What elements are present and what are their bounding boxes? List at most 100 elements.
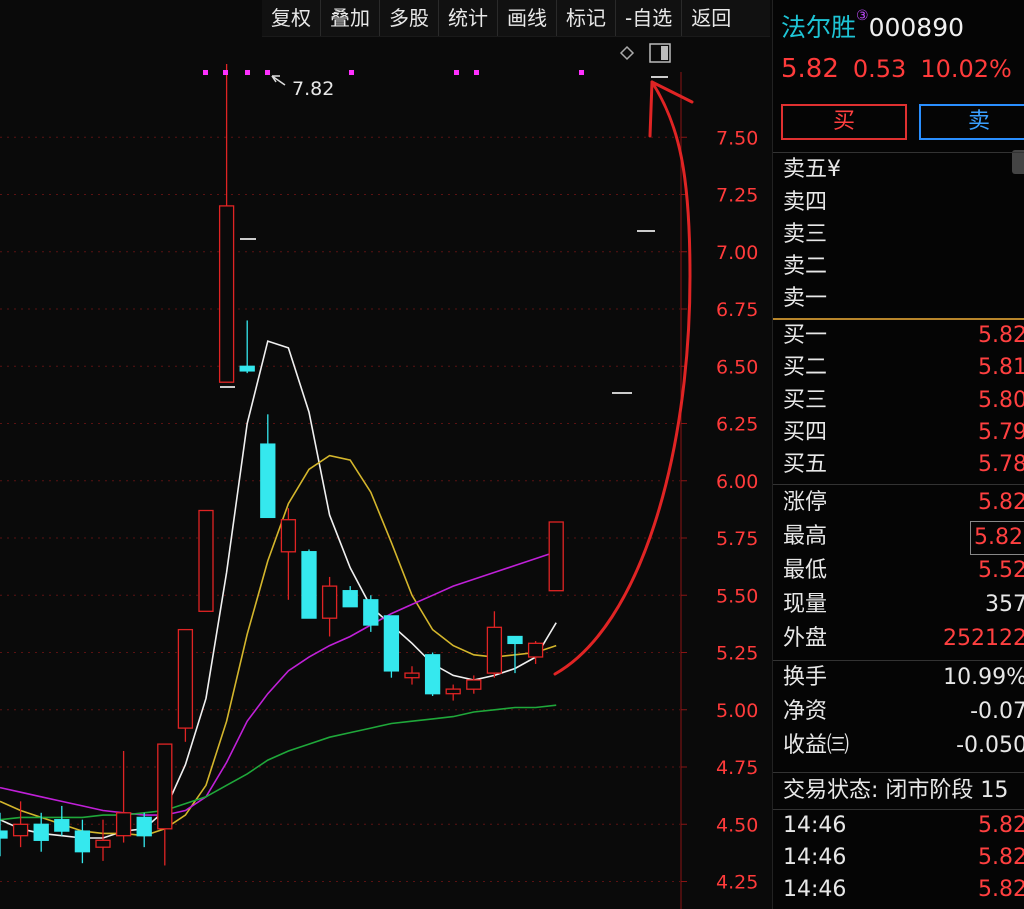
candle-body — [321, 585, 338, 619]
moving-average-lines — [0, 340, 557, 839]
chart-toolbar: 复权 叠加 多股 统计 画线 标记 -自选 返回 — [262, 0, 770, 37]
tool-remove-watchlist-button[interactable]: -自选 — [615, 0, 681, 36]
tool-back-button[interactable]: 返回 — [681, 0, 740, 36]
divider — [773, 772, 1024, 773]
marker-dot — [349, 70, 354, 75]
stat-low: 最低 5.52 — [783, 555, 1024, 587]
candle-body — [383, 615, 400, 672]
ask-label: 卖二 — [783, 254, 828, 279]
bid-row-3[interactable]: 买三 5.80 — [783, 385, 1024, 417]
ask-row-4[interactable]: 卖四 — [783, 187, 1024, 219]
ask-row-3[interactable]: 卖三 — [783, 219, 1024, 251]
marker-dot — [454, 70, 459, 75]
tool-overlay-button[interactable]: 叠加 — [320, 0, 379, 36]
bid-row-2[interactable]: 买二 5.81 — [783, 352, 1024, 384]
price-change-pct: 10.02% — [920, 55, 1012, 83]
candle — [177, 628, 194, 742]
candle — [136, 812, 152, 848]
buy-button[interactable]: 买 — [781, 104, 907, 140]
candle-body — [218, 205, 235, 383]
moving-average-line — [0, 454, 557, 837]
candle-body — [424, 654, 441, 695]
y-axis-tick-label: 5.75 — [716, 528, 758, 550]
diamond-icon[interactable] — [619, 45, 635, 61]
y-axis-tick-label: 4.75 — [716, 757, 758, 779]
candle-body — [33, 823, 49, 841]
tick-price: 5.82 — [978, 877, 1024, 902]
tick-row[interactable]: 14:46 5.82 — [783, 874, 1024, 906]
stat-volume: 现量 357 — [783, 589, 1024, 621]
candle-body — [301, 551, 317, 619]
candle-body — [239, 365, 255, 372]
tick-price: 5.82 — [978, 845, 1024, 870]
y-axis-tick-label: 6.00 — [716, 471, 758, 493]
ask-label: 卖四 — [783, 190, 828, 215]
candle-body — [95, 839, 111, 848]
candle — [218, 63, 235, 383]
chart-grid — [0, 136, 680, 882]
candle-body — [342, 590, 358, 608]
stat-high: 最高 5.82 — [783, 521, 1024, 555]
bid-row-4[interactable]: 买四 5.79 — [783, 417, 1024, 449]
ask-label: 卖五 — [783, 157, 828, 182]
candle — [486, 611, 503, 678]
tick-time: 14:46 — [783, 813, 847, 838]
panel-toggle-icon-fill — [661, 46, 668, 60]
tick-row[interactable]: 14:46 5.82 — [783, 842, 1024, 874]
candle-body — [363, 599, 379, 626]
stat-value: 5.82 — [978, 490, 1024, 515]
last-price: 5.82 — [781, 54, 839, 84]
ask-row-5[interactable]: 卖五¥ — [783, 154, 1024, 186]
moving-average-line — [0, 704, 557, 821]
trade-status: 交易状态: 闭市阶段 15 — [783, 778, 1009, 803]
candle-body — [445, 688, 461, 695]
stat-earnings: 收益㈢ -0.050 — [783, 730, 1024, 762]
stat-value: 5.82 — [970, 521, 1024, 555]
stock-name: 法尔胜 — [781, 13, 857, 42]
candle-body — [136, 816, 152, 837]
stat-value: 357 — [985, 592, 1024, 617]
kline-chart[interactable]: 7.50 7.25 7.00 6.75 6.50 6.25 6.00 5.75 5.50 5.25… — [0, 36, 770, 909]
stat-label: 现量 — [783, 592, 828, 617]
candle — [548, 521, 564, 592]
ask-row-1[interactable]: 卖一 — [783, 283, 1024, 315]
bid-row-5[interactable]: 买五 5.78 — [783, 449, 1024, 481]
candle-body — [115, 812, 132, 837]
stat-limit-up: 涨停 5.82 — [783, 487, 1024, 519]
candle — [260, 414, 276, 519]
tick-row[interactable]: 14:46 5.82 — [783, 810, 1024, 842]
tick-time: 14:46 — [783, 877, 847, 902]
y-axis-tick-label: 4.50 — [716, 814, 758, 836]
price-change: 0.53 — [852, 55, 907, 83]
ask-label: 卖一 — [783, 286, 828, 311]
kline-chart-svg: 7.50 7.25 7.00 6.75 6.50 6.25 6.00 5.75 5.50 5.25… — [0, 43, 758, 909]
marker-dot — [203, 70, 208, 75]
candle — [198, 509, 214, 612]
marker-dot — [474, 70, 479, 75]
stat-label: 收益㈢ — [783, 733, 850, 758]
candle-body — [157, 743, 173, 830]
stat-value: 10.99% — [943, 665, 1024, 690]
candle-body — [54, 819, 70, 832]
candle-body — [12, 823, 29, 837]
stock-code: 000890 — [868, 13, 965, 42]
tool-restore-rights-button[interactable]: 复权 — [262, 0, 320, 36]
candle — [54, 805, 70, 836]
candle-body — [74, 830, 91, 853]
tool-statistics-button[interactable]: 统计 — [438, 0, 497, 36]
y-axis-tick-label: 7.50 — [716, 127, 758, 149]
high-annotation: 7.82 — [271, 75, 334, 100]
ask-row-2[interactable]: 卖二 — [783, 251, 1024, 283]
bid-label: 买四 — [783, 420, 828, 445]
candle — [301, 549, 317, 619]
bid-price: 5.79 — [978, 420, 1024, 445]
bid-row-1[interactable]: 买一 5.82 — [783, 320, 1024, 352]
tool-multi-stock-button[interactable]: 多股 — [379, 0, 438, 36]
stat-value: 5.52 — [978, 558, 1024, 583]
tool-draw-line-button[interactable]: 画线 — [497, 0, 556, 36]
tool-mark-button[interactable]: 标记 — [556, 0, 615, 36]
marker-dot — [265, 70, 270, 75]
candle — [95, 819, 111, 861]
sell-button[interactable]: 卖 — [919, 104, 1024, 140]
bid-price: 5.81 — [978, 355, 1024, 380]
